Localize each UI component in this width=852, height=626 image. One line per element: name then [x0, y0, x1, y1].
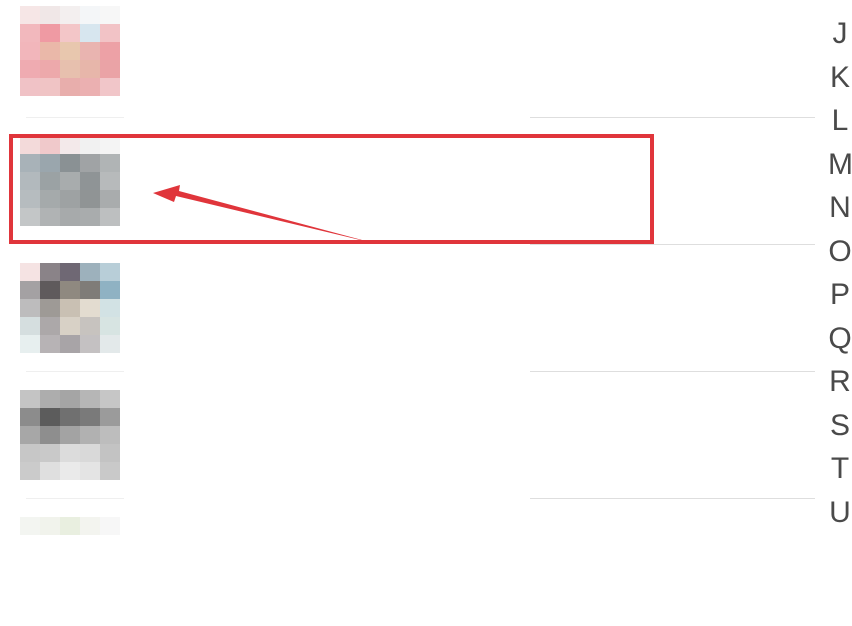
index-letter-u[interactable]: U — [828, 491, 852, 534]
index-letter-p[interactable]: P — [828, 273, 852, 316]
divider — [530, 371, 815, 372]
contact-row[interactable] — [0, 245, 820, 372]
index-letter-l[interactable]: L — [828, 99, 852, 142]
index-letter-o[interactable]: O — [828, 230, 852, 273]
index-letter-m[interactable]: M — [828, 143, 852, 186]
divider — [530, 244, 815, 245]
contact-list — [0, 0, 820, 535]
index-letter-r[interactable]: R — [828, 360, 852, 403]
highlight-box — [9, 134, 654, 244]
divider — [26, 371, 124, 372]
divider — [26, 117, 124, 118]
divider — [530, 117, 815, 118]
avatar — [20, 390, 120, 480]
index-letter-t[interactable]: T — [828, 447, 852, 490]
alphabet-index-bar[interactable]: J K L M N O P Q R S T U — [828, 12, 852, 529]
index-letter-j[interactable]: J — [828, 12, 852, 55]
contact-row[interactable] — [0, 499, 820, 626]
divider — [530, 498, 815, 499]
index-letter-s[interactable]: S — [828, 404, 852, 447]
index-letter-n[interactable]: N — [828, 186, 852, 229]
index-letter-q[interactable]: Q — [828, 317, 852, 360]
divider — [26, 498, 124, 499]
contact-row[interactable] — [0, 0, 820, 117]
index-letter-k[interactable]: K — [828, 56, 852, 99]
avatar — [20, 6, 120, 98]
avatar — [20, 263, 120, 353]
contact-row[interactable] — [0, 372, 820, 499]
avatar — [20, 517, 120, 539]
